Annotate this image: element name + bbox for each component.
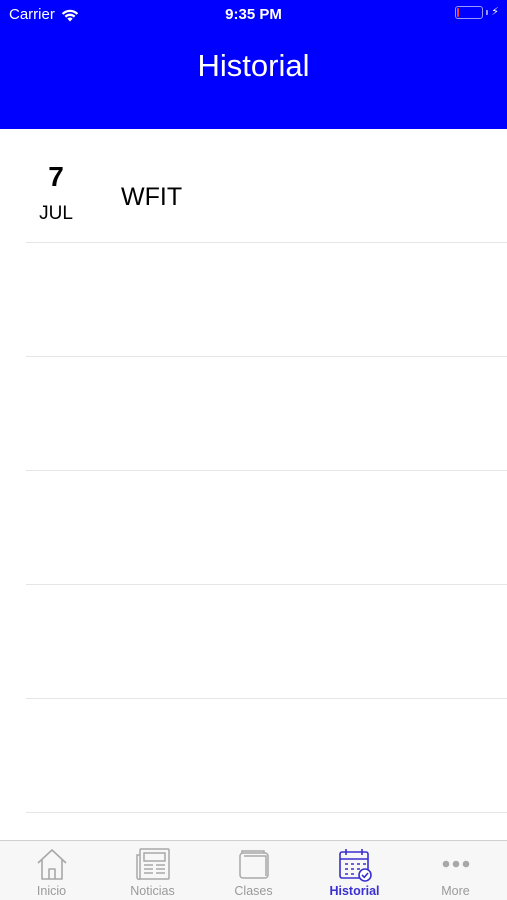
home-icon <box>36 849 67 880</box>
navigation-header: Carrier 9:35 PM ⚡ Historial <box>0 0 507 129</box>
date-month: JUL <box>39 203 73 224</box>
tab-historial[interactable]: Historial <box>304 841 405 900</box>
tab-label: More <box>441 884 470 898</box>
charging-bolt-icon: ⚡ <box>491 6 499 18</box>
tab-inicio[interactable]: Inicio <box>1 841 102 900</box>
tab-label: Historial <box>329 884 380 898</box>
row-divider <box>26 812 507 813</box>
wallet-icon <box>238 850 269 879</box>
history-list[interactable]: 7 JUL WFIT <box>0 129 507 840</box>
history-row[interactable]: 7 JUL WFIT <box>0 129 507 243</box>
page-title: Historial <box>197 48 310 83</box>
history-row[interactable] <box>0 585 507 699</box>
battery-icon <box>455 6 484 19</box>
status-bar: Carrier 9:35 PM ⚡ <box>0 0 507 28</box>
date-day: 7 <box>48 161 64 192</box>
tab-label: Clases <box>234 884 273 898</box>
class-name: WFIT <box>121 183 183 211</box>
battery-level <box>457 8 460 17</box>
history-row[interactable] <box>0 243 507 357</box>
history-row[interactable] <box>0 357 507 471</box>
history-row[interactable] <box>0 471 507 585</box>
calendar-check-icon <box>338 849 372 882</box>
tab-clases[interactable]: Clases <box>203 841 304 900</box>
tab-noticias[interactable]: Noticias <box>102 841 203 900</box>
battery-tip <box>486 10 489 15</box>
tab-label: Inicio <box>36 884 67 898</box>
tab-more[interactable]: More <box>405 841 506 900</box>
newspaper-icon <box>135 848 170 881</box>
tab-bar: Inicio Noticias Clases Historial More <box>0 840 507 900</box>
screen: Carrier 9:35 PM ⚡ Historial 7 JUL WFIT I… <box>0 0 507 900</box>
history-row[interactable] <box>0 699 507 813</box>
more-icon <box>442 860 469 868</box>
battery-indicator: ⚡ <box>455 6 499 19</box>
status-time: 9:35 PM <box>225 6 282 23</box>
tab-label: Noticias <box>130 884 175 898</box>
